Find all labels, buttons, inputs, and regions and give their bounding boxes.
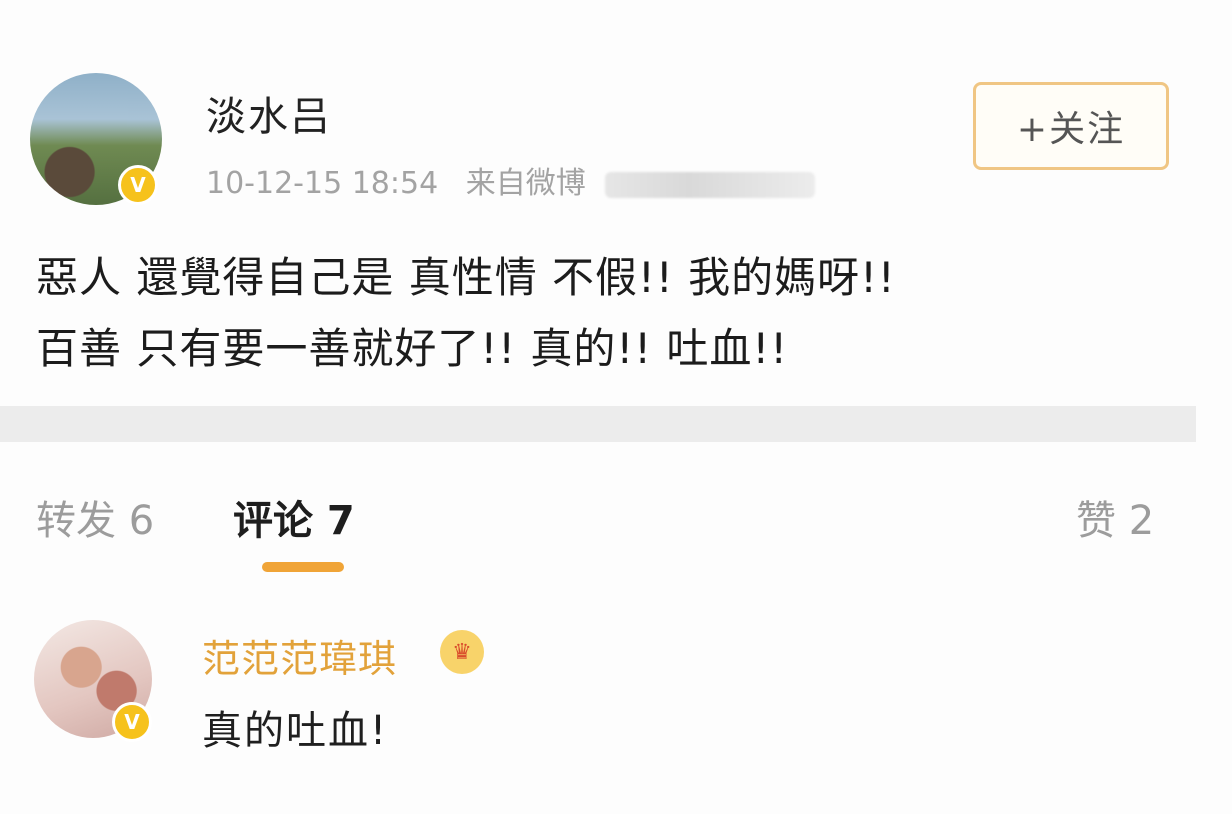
post-header: V 淡水吕 10-12-15 18:54 来自微博 +关注 xyxy=(0,0,1232,220)
comment-item: V 范范范瑋琪 ♛ 真的吐血! xyxy=(0,610,1232,760)
verified-badge-icon: V xyxy=(118,165,158,205)
post-body: 惡人 還覺得自己是 真性情 不假!! 我的媽呀!! 百善 只有要一善就好了!! … xyxy=(36,242,1196,384)
section-divider xyxy=(0,406,1196,442)
comment-text: 真的吐血! xyxy=(202,708,389,754)
post-timestamp: 10-12-15 18:54 xyxy=(206,166,439,201)
tab-like[interactable]: 赞 2 xyxy=(1076,488,1154,546)
post-body-line: 百善 只有要一善就好了!! 真的!! 吐血!! xyxy=(36,324,789,373)
post-body-line: 惡人 還覺得自己是 真性情 不假!! 我的媽呀!! xyxy=(36,253,896,302)
active-tab-indicator xyxy=(262,562,344,572)
verified-badge-icon: V xyxy=(112,702,152,742)
tab-comment[interactable]: 评论 7 xyxy=(233,488,355,546)
follow-button[interactable]: +关注 xyxy=(973,82,1169,170)
crown-badge-icon: ♛ xyxy=(440,630,484,674)
author-name[interactable]: 淡水吕 xyxy=(206,84,332,142)
blurred-source xyxy=(605,171,816,198)
interaction-tabs: 转发 6 评论 7 赞 2 xyxy=(0,480,1232,560)
post-meta: 10-12-15 18:54 来自微博 xyxy=(206,158,816,202)
tab-repost[interactable]: 转发 6 xyxy=(36,488,154,546)
commenter-name[interactable]: 范范范瑋琪 xyxy=(202,628,397,683)
post-source: 来自微博 xyxy=(465,166,586,201)
